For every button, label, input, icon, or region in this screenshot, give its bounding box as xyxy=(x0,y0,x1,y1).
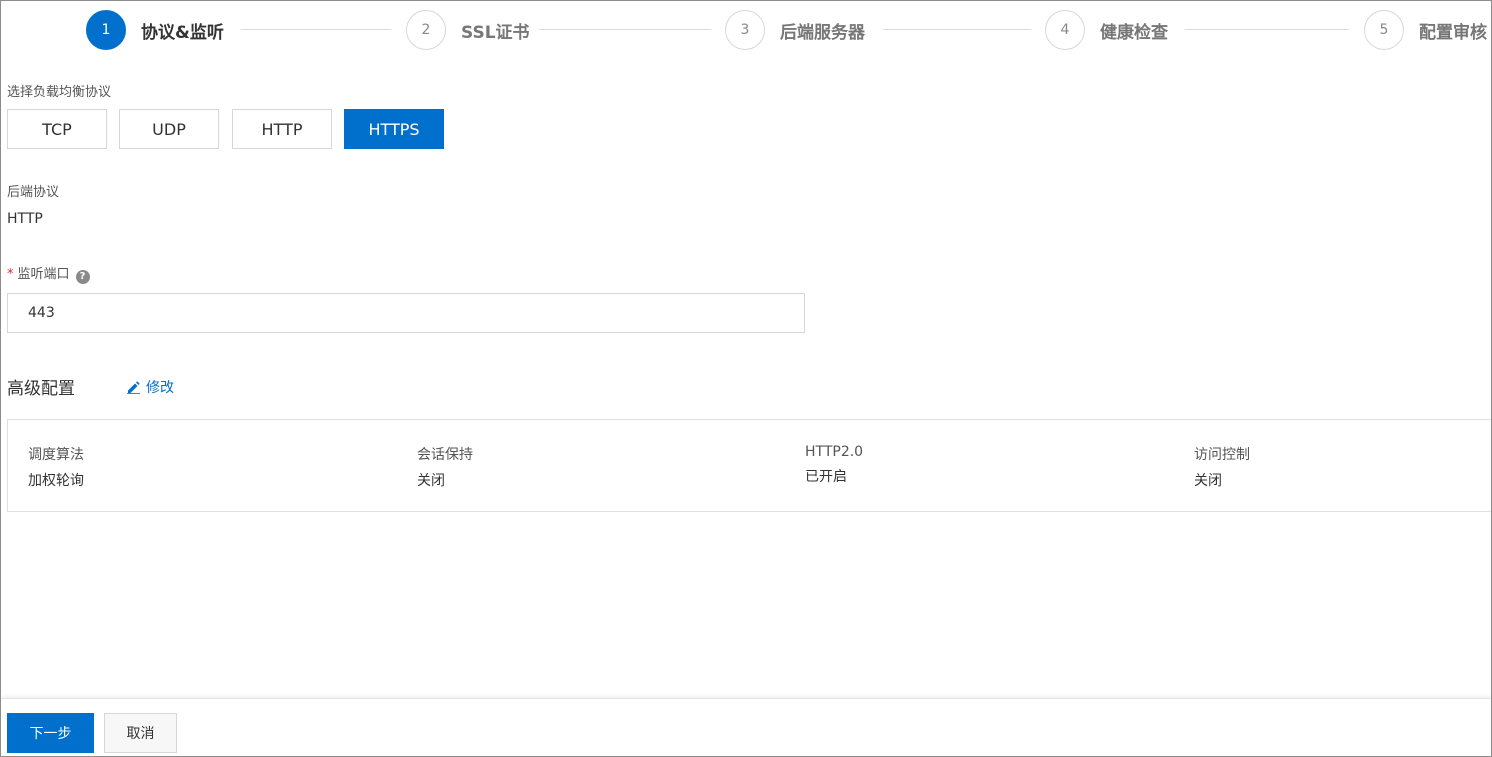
backend-protocol-label: 后端协议 xyxy=(7,185,60,200)
step-label: 配置审核 xyxy=(1419,22,1487,43)
adv-value: 关闭 xyxy=(1194,473,1222,489)
step-label: 协议&监听 xyxy=(141,22,224,43)
step-2-ssl-certificate[interactable]: 2 SSL证书 xyxy=(406,10,530,50)
adv-value: 加权轮询 xyxy=(28,473,84,489)
step-label: 健康检查 xyxy=(1100,22,1168,43)
adv-item-http2: HTTP2.0 已开启 xyxy=(805,444,863,486)
dialog-footer: 下一步 取消 xyxy=(1,698,1491,756)
step-number: 3 xyxy=(725,10,765,50)
step-label: SSL证书 xyxy=(461,22,530,43)
adv-item-scheduling: 调度算法 加权轮询 xyxy=(28,444,84,490)
wizard-stepper: 1 协议&监听 2 SSL证书 3 后端服务器 4 健康检查 5 配置审核 xyxy=(1,1,1491,61)
advanced-config-title: 高级配置 xyxy=(7,379,75,399)
adv-key: HTTP2.0 xyxy=(805,444,864,460)
protocol-option-tcp[interactable]: TCP xyxy=(7,109,107,149)
adv-value: 关闭 xyxy=(417,473,445,489)
step-connector xyxy=(241,29,391,30)
adv-key: 调度算法 xyxy=(28,447,84,463)
adv-item-session-persistence: 会话保持 关闭 xyxy=(417,444,473,490)
step-5-config-review[interactable]: 5 配置审核 xyxy=(1364,10,1487,50)
step-connector xyxy=(883,29,1031,30)
step-4-health-check[interactable]: 4 健康检查 xyxy=(1045,10,1168,50)
step-connector xyxy=(539,29,711,30)
protocol-option-udp[interactable]: UDP xyxy=(119,109,219,149)
step-number: 2 xyxy=(406,10,446,50)
listener-port-label-row: * 监听端口? xyxy=(7,263,90,284)
step-3-backend-servers[interactable]: 3 后端服务器 xyxy=(725,10,865,50)
backend-protocol-value: HTTP xyxy=(7,211,43,227)
adv-item-access-control: 访问控制 关闭 xyxy=(1194,444,1250,490)
next-step-button[interactable]: 下一步 xyxy=(7,713,94,753)
step-1-protocol-listener[interactable]: 1 协议&监听 xyxy=(86,10,224,50)
step-connector xyxy=(1185,29,1349,30)
advanced-config-panel: 调度算法 加权轮询 会话保持 关闭 HTTP2.0 已开启 访问控制 关闭 xyxy=(7,419,1491,512)
edit-label: 修改 xyxy=(146,380,174,396)
protocol-option-http[interactable]: HTTP xyxy=(232,109,332,149)
protocol-label: 选择负载均衡协议 xyxy=(7,85,112,100)
cancel-button[interactable]: 取消 xyxy=(104,713,177,753)
edit-advanced-link[interactable]: 修改 xyxy=(127,377,174,397)
step-number: 5 xyxy=(1364,10,1404,50)
pencil-icon xyxy=(127,380,140,394)
listener-port-input[interactable] xyxy=(7,293,805,333)
step-number: 1 xyxy=(86,10,126,50)
listener-config-dialog: 1 协议&监听 2 SSL证书 3 后端服务器 4 健康检查 5 配置审核 选择… xyxy=(0,0,1492,757)
step-number: 4 xyxy=(1045,10,1085,50)
protocol-option-https[interactable]: HTTPS xyxy=(344,109,444,149)
question-circle-icon[interactable]: ? xyxy=(75,270,90,284)
step-label: 后端服务器 xyxy=(780,22,865,43)
listener-port-label: 监听端口 xyxy=(17,267,70,282)
adv-value: 已开启 xyxy=(805,469,847,485)
adv-key: 访问控制 xyxy=(1194,447,1250,463)
required-mark: * xyxy=(7,267,14,282)
adv-key: 会话保持 xyxy=(417,447,473,463)
